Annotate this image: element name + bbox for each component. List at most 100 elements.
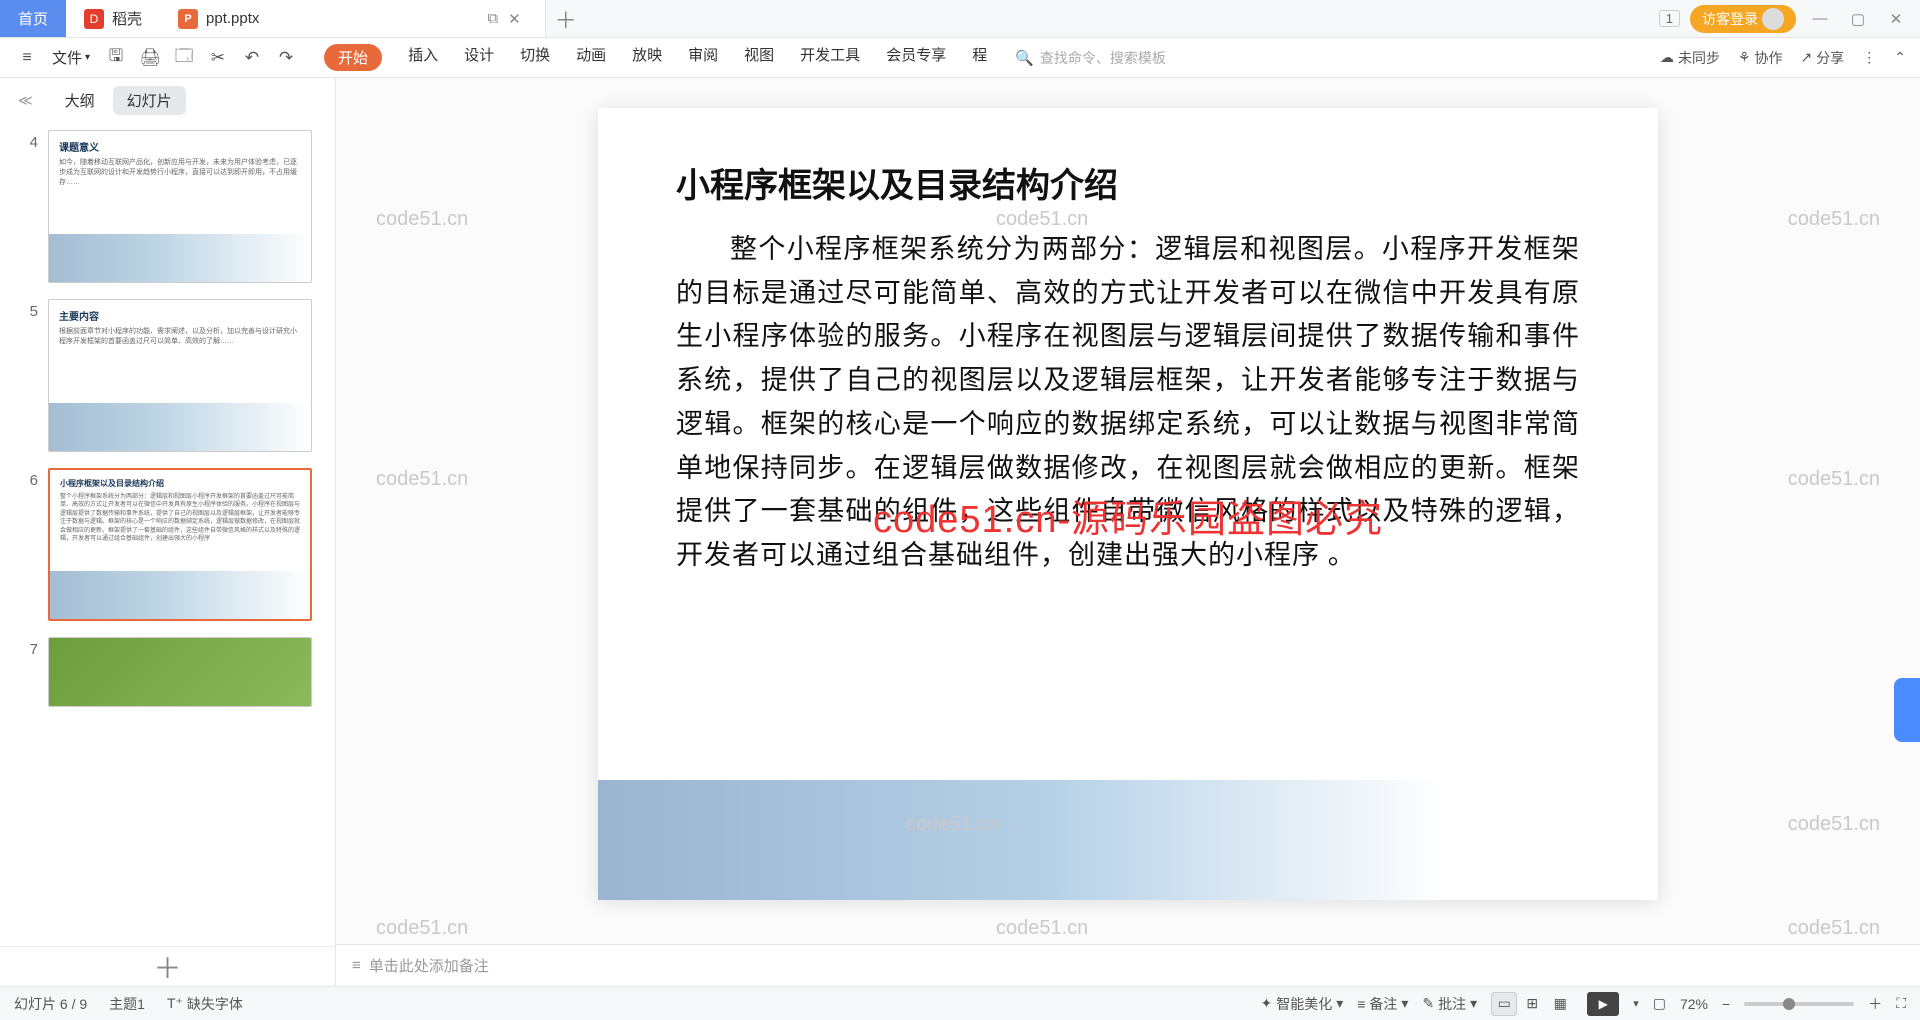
search-placeholder: 查找命令、搜索模板	[1040, 48, 1166, 68]
ribbon-tab-start[interactable]: 开始	[324, 44, 382, 71]
ribbon-tab-slideshow[interactable]: 放映	[632, 44, 662, 71]
beautify-button[interactable]: ✦智能美化 ▾	[1260, 994, 1343, 1014]
thumb-decoration	[50, 571, 310, 619]
outline-tab[interactable]: 大纲	[65, 90, 95, 111]
font-icon: T⁺	[167, 995, 183, 1012]
close-tab-icon[interactable]: ✕	[508, 10, 521, 28]
thumbnail-list[interactable]: 4 课题意义 如今，随着移动互联网产品化，创新应用与开发，未来为用户体验考虑，已…	[0, 122, 335, 946]
ribbon-tab-design[interactable]: 设计	[464, 44, 494, 71]
thumb-decoration	[49, 234, 311, 282]
tab-file[interactable]: P ppt.pptx ⧉ ✕	[160, 0, 546, 37]
tab-home[interactable]: 首页	[0, 0, 66, 37]
preview-icon[interactable]: 🗔	[170, 44, 198, 72]
share-icon: ↗	[1801, 49, 1813, 66]
more-icon[interactable]: ⋮	[1862, 49, 1876, 66]
redo-icon[interactable]: ↷	[272, 44, 300, 72]
play-dropdown[interactable]: ▾	[1633, 997, 1639, 1010]
editor-area: 小程序框架以及目录结构介绍 整个小程序框架系统分为两部分：逻辑层和视图层。小程序…	[336, 78, 1920, 986]
thumb-image	[49, 637, 311, 706]
ribbon-tab-member[interactable]: 会员专享	[886, 44, 946, 71]
file-menu[interactable]: 文件 ▾	[46, 47, 96, 68]
notes-icon: ≡	[352, 957, 361, 974]
ribbon-tab-devtools[interactable]: 开发工具	[800, 44, 860, 71]
slide-panel: ≪ 大纲 幻灯片 4 课题意义 如今，随着移动互联网产品化，创新应用与开发，未来…	[0, 78, 336, 986]
login-button[interactable]: 访客登录	[1690, 5, 1796, 33]
search-box[interactable]: 🔍 查找命令、搜索模板	[1015, 48, 1166, 68]
zoom-thumb[interactable]	[1783, 998, 1795, 1010]
view-switcher: ▭ ⊞ ▦	[1491, 992, 1573, 1016]
slide-decoration	[598, 780, 1658, 900]
collapse-panel-icon[interactable]: ≪	[18, 92, 33, 109]
save-icon[interactable]: 🖫	[102, 44, 130, 72]
cut-icon[interactable]: ✂	[204, 44, 232, 72]
slide-position: 幻灯片 6 / 9	[14, 994, 87, 1014]
ribbon-tab-more[interactable]: 程	[972, 44, 987, 71]
ppt-icon: P	[178, 9, 198, 29]
share-button[interactable]: ↗分享	[1801, 48, 1845, 68]
title-bar: 首页 D 稻壳 P ppt.pptx ⧉ ✕ ＋ 1 访客登录 — ▢ ✕	[0, 0, 1920, 38]
maximize-icon[interactable]: ▢	[1844, 5, 1872, 33]
feedback-tab[interactable]	[1894, 678, 1920, 742]
status-bar: 幻灯片 6 / 9 主题1 T⁺缺失字体 ✦智能美化 ▾ ≡备注 ▾ ✎批注 ▾…	[0, 986, 1920, 1020]
play-button[interactable]: ▶	[1587, 992, 1619, 1016]
slide-thumbnail-7[interactable]: 管理员登录	[48, 637, 312, 707]
comment-toggle[interactable]: ✎批注 ▾	[1422, 994, 1477, 1014]
menu-bar: ≡ 文件 ▾ 🖫 🖨 🗔 ✂ ↶ ↷ 开始 插入 设计 切换 动画 放映 审阅 …	[0, 38, 1920, 78]
slide-title[interactable]: 小程序框架以及目录结构介绍	[676, 164, 1580, 210]
login-label: 访客登录	[1702, 9, 1758, 29]
thumb-number: 4	[24, 130, 38, 151]
tab-file-label: ppt.pptx	[206, 10, 259, 27]
ribbon-tab-view[interactable]: 视图	[744, 44, 774, 71]
thumb-decoration	[49, 403, 311, 451]
theme-name[interactable]: 主题1	[109, 994, 145, 1014]
expand-icon[interactable]: ⌃	[1894, 49, 1906, 66]
missing-font-warn[interactable]: T⁺缺失字体	[167, 994, 243, 1014]
window-icon[interactable]: ⧉	[487, 10, 498, 27]
add-slide-button[interactable]: ＋	[0, 946, 335, 986]
ribbon-tab-animation[interactable]: 动画	[576, 44, 606, 71]
thumb-number: 6	[24, 468, 38, 489]
zoom-slider[interactable]	[1744, 1002, 1854, 1006]
ribbon-tab-insert[interactable]: 插入	[408, 44, 438, 71]
collab-icon: ⚘	[1738, 49, 1751, 66]
chevron-down-icon: ▾	[85, 52, 90, 63]
ribbon-tabs: 开始 插入 设计 切换 动画 放映 审阅 视图 开发工具 会员专享 程	[324, 44, 987, 71]
thumb-number: 7	[24, 637, 38, 658]
notes-placeholder: 单击此处添加备注	[369, 955, 489, 976]
undo-icon[interactable]: ↶	[238, 44, 266, 72]
minimize-icon[interactable]: —	[1806, 5, 1834, 33]
search-icon: 🔍	[1015, 49, 1034, 67]
slide-thumbnail-6[interactable]: 小程序框架以及目录结构介绍 整个小程序框架系统分为两部分：逻辑层和视图层小程序开…	[48, 468, 312, 621]
comment-icon: ✎	[1422, 995, 1434, 1012]
fullscreen-icon[interactable]: ⛶	[1896, 995, 1906, 1012]
sync-button[interactable]: ☁未同步	[1660, 48, 1720, 68]
docker-icon: D	[84, 9, 104, 29]
slides-tab[interactable]: 幻灯片	[113, 86, 186, 115]
ribbon-tab-review[interactable]: 审阅	[688, 44, 718, 71]
window-count[interactable]: 1	[1659, 10, 1680, 27]
close-window-icon[interactable]: ✕	[1882, 5, 1910, 33]
tab-docker[interactable]: D 稻壳	[66, 0, 160, 37]
magic-icon: ✦	[1260, 995, 1272, 1012]
add-tab-button[interactable]: ＋	[546, 0, 586, 37]
cloud-icon: ☁	[1660, 49, 1674, 66]
notes-bar[interactable]: ≡ 单击此处添加备注	[336, 944, 1920, 986]
sorter-view-icon[interactable]: ⊞	[1519, 992, 1545, 1016]
slide-thumbnail-4[interactable]: 课题意义 如今，随着移动互联网产品化，创新应用与开发，未来为用户体验考虑，已逐步…	[48, 130, 312, 283]
zoom-value[interactable]: 72%	[1680, 996, 1708, 1012]
hamburger-icon[interactable]: ≡	[14, 45, 40, 71]
print-icon[interactable]: 🖨	[136, 44, 164, 72]
thumb-number: 5	[24, 299, 38, 320]
tab-docker-label: 稻壳	[112, 8, 142, 29]
reading-view-icon[interactable]: ▦	[1547, 992, 1573, 1016]
slide-thumbnail-5[interactable]: 主要内容 根据前面章节对小程序的功能、需求阐述，以及分析，加以完善与设计研究小程…	[48, 299, 312, 452]
watermark-overlay: code51.cn-源码乐园盗图必究	[873, 488, 1383, 543]
zoom-out-icon[interactable]: −	[1722, 996, 1730, 1012]
collab-button[interactable]: ⚘协作	[1738, 48, 1783, 68]
ribbon-tab-transition[interactable]: 切换	[520, 44, 550, 71]
notes-toggle[interactable]: ≡备注 ▾	[1357, 994, 1408, 1014]
zoom-in-icon[interactable]: ＋	[1868, 994, 1882, 1014]
avatar-icon	[1762, 8, 1784, 30]
fit-icon[interactable]: ▢	[1653, 995, 1666, 1012]
normal-view-icon[interactable]: ▭	[1491, 992, 1517, 1016]
